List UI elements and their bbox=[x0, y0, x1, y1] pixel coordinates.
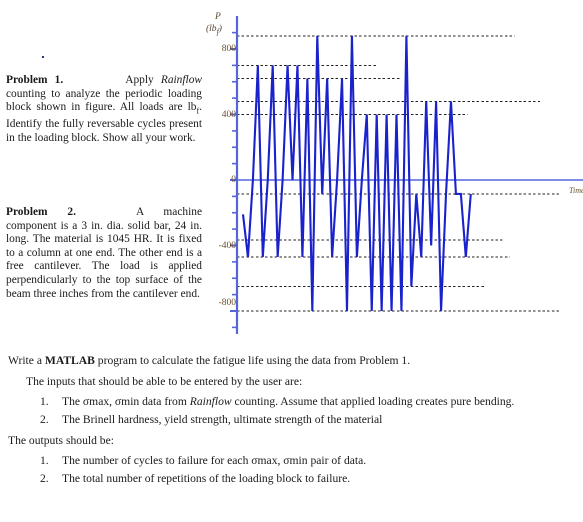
list-item-post: counting. Assume that applied loading cr… bbox=[231, 395, 515, 408]
problem-1-lead: Apply bbox=[125, 74, 154, 86]
page-root: Problem 1. Apply Rainflow counting to ana… bbox=[0, 0, 583, 522]
y-units-main: (lb bbox=[206, 24, 217, 34]
outputs-list: 1. The number of cycles to failure for ea… bbox=[8, 453, 578, 487]
list-item-pre: The total number of repetitions of the l… bbox=[62, 472, 351, 485]
chart-plot-area bbox=[230, 16, 583, 334]
list-item-number: 1. bbox=[40, 395, 49, 408]
problem-2-heading: Problem 2. bbox=[6, 206, 76, 218]
inputs-heading: The inputs that should be able to be ent… bbox=[26, 375, 303, 388]
outputs-heading: The outputs should be: bbox=[8, 434, 114, 447]
inputs-list: 1. The σmax, σmin data from Rainflow coun… bbox=[8, 394, 578, 428]
list-item: 2. The total number of repetitions of the… bbox=[8, 471, 578, 487]
list-item-pre: The Brinell hardness, yield strength, ul… bbox=[62, 413, 383, 426]
list-item-pre: The number of cycles to failure for each… bbox=[62, 454, 367, 467]
problem-2-lead: A machine bbox=[135, 206, 202, 218]
problem-1-body: counting to analyze the periodic loading… bbox=[6, 87, 202, 114]
x-axis-label: Time bbox=[569, 186, 583, 195]
problem-2-body: component is a 3 in. dia. solid bar, 24 … bbox=[6, 219, 202, 300]
list-item-italic: Rainflow bbox=[189, 395, 232, 408]
matlab-instruction-line: Write a MATLAB program to calculate the … bbox=[8, 352, 578, 369]
problem-1-italic-term: Rainflow bbox=[160, 74, 202, 86]
y-tick-label-800: 800 bbox=[221, 44, 236, 54]
y-axis-label: P bbox=[215, 12, 221, 22]
y-tick-label-0: 0 bbox=[231, 175, 236, 185]
list-item-number: 1. bbox=[40, 454, 49, 467]
y-axis-units-label: (lbf) bbox=[206, 24, 222, 36]
y-tick-label-neg400: -400 bbox=[218, 241, 236, 251]
list-item-pre: The σmax, σmin data from bbox=[62, 395, 190, 408]
list-item-number: 2. bbox=[40, 472, 49, 485]
matlab-keyword: MATLAB bbox=[44, 354, 95, 367]
matlab-task-section: Write a MATLAB program to calculate the … bbox=[8, 352, 578, 491]
list-item: 2. The Brinell hardness, yield strength, … bbox=[8, 412, 578, 428]
matlab-pre: Write a bbox=[8, 354, 45, 367]
list-item: 1. The σmax, σmin data from Rainflow coun… bbox=[8, 394, 578, 410]
stray-dot bbox=[42, 56, 44, 58]
list-item: 1. The number of cycles to failure for ea… bbox=[8, 453, 578, 469]
y-tick-label-400: 400 bbox=[221, 110, 236, 120]
matlab-post: program to calculate the fatigue life us… bbox=[94, 354, 411, 367]
problem-2-paragraph: Problem 2. A machine component is a 3 in.… bbox=[6, 206, 202, 301]
problem-1-heading: Problem 1. bbox=[6, 74, 64, 86]
list-item-number: 2. bbox=[40, 413, 49, 426]
loading-block-chart: P (lbf) 800 400 0 -400 -800 Time bbox=[200, 4, 583, 346]
y-units-close: ) bbox=[218, 24, 222, 34]
problem-1-paragraph: Problem 1. Apply Rainflow counting to ana… bbox=[6, 74, 202, 145]
y-tick-label-neg800: -800 bbox=[218, 298, 236, 308]
